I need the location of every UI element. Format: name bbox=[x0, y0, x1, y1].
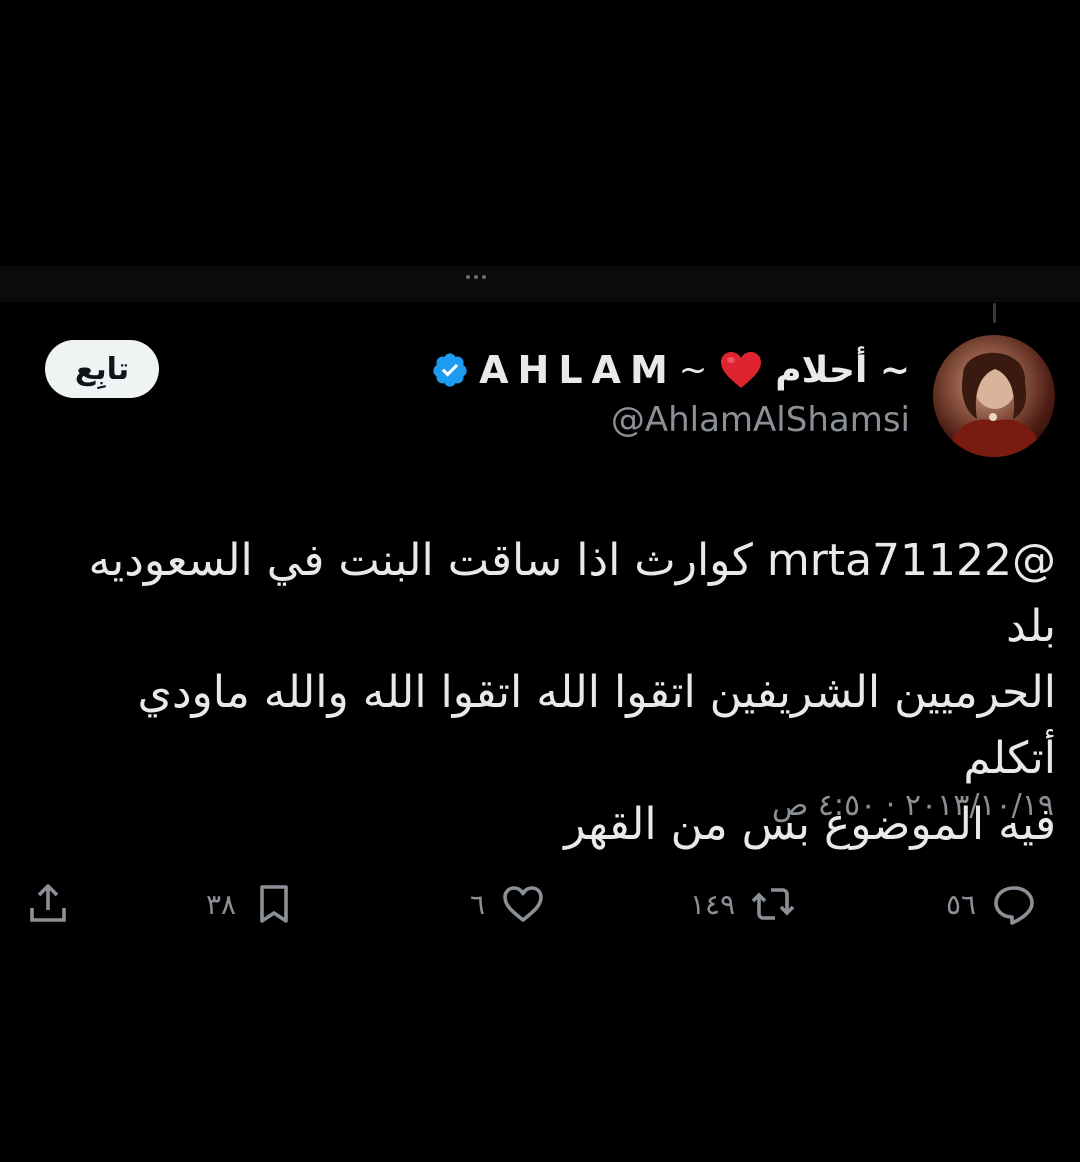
bookmark-count: ٣٨ bbox=[206, 887, 237, 921]
avatar[interactable] bbox=[933, 335, 1055, 457]
author-name-row[interactable]: AHLAM ~ أحلام ~ bbox=[431, 342, 910, 398]
author-name-tilde: ~ bbox=[678, 350, 708, 390]
bookmark-button[interactable]: ٣٨ bbox=[206, 876, 298, 932]
author-name-latin: AHLAM bbox=[479, 348, 677, 392]
more-dots-icon bbox=[466, 264, 496, 279]
like-button[interactable]: ٦ bbox=[470, 876, 547, 932]
previous-tweet-divider bbox=[0, 266, 1080, 302]
tweet-text-line: الحرميين الشريفين اتقوا الله اتقوا الله … bbox=[137, 667, 1057, 784]
reply-icon bbox=[994, 886, 1034, 925]
red-heart-emoji bbox=[721, 352, 762, 388]
follow-button[interactable]: تابِع bbox=[45, 340, 159, 398]
reply-count: ٥٦ bbox=[946, 887, 977, 921]
tweet-timestamp[interactable]: ٢٠١٣/١٠/١٩ · ٤:٥٠ ص bbox=[772, 788, 1054, 823]
heart-icon bbox=[503, 886, 543, 922]
reply-button[interactable]: ٥٦ bbox=[946, 876, 1038, 932]
verified-badge-icon bbox=[433, 353, 467, 387]
retweet-icon bbox=[751, 888, 795, 920]
share-button[interactable] bbox=[24, 876, 72, 932]
share-icon bbox=[30, 884, 66, 922]
like-count: ٦ bbox=[470, 887, 486, 921]
bookmark-icon bbox=[260, 885, 288, 923]
author-handle[interactable]: @AhlamAlShamsi bbox=[611, 400, 910, 440]
thread-connector-line bbox=[993, 303, 996, 323]
author-name-arabic: أحلام ~ bbox=[775, 349, 910, 391]
tweet-text-line: @mrta71122 كوارث اذا ساقت البنت في السعو… bbox=[88, 535, 1056, 652]
retweet-button[interactable]: ١٤٩ bbox=[690, 876, 797, 932]
retweet-count: ١٤٩ bbox=[690, 887, 736, 921]
